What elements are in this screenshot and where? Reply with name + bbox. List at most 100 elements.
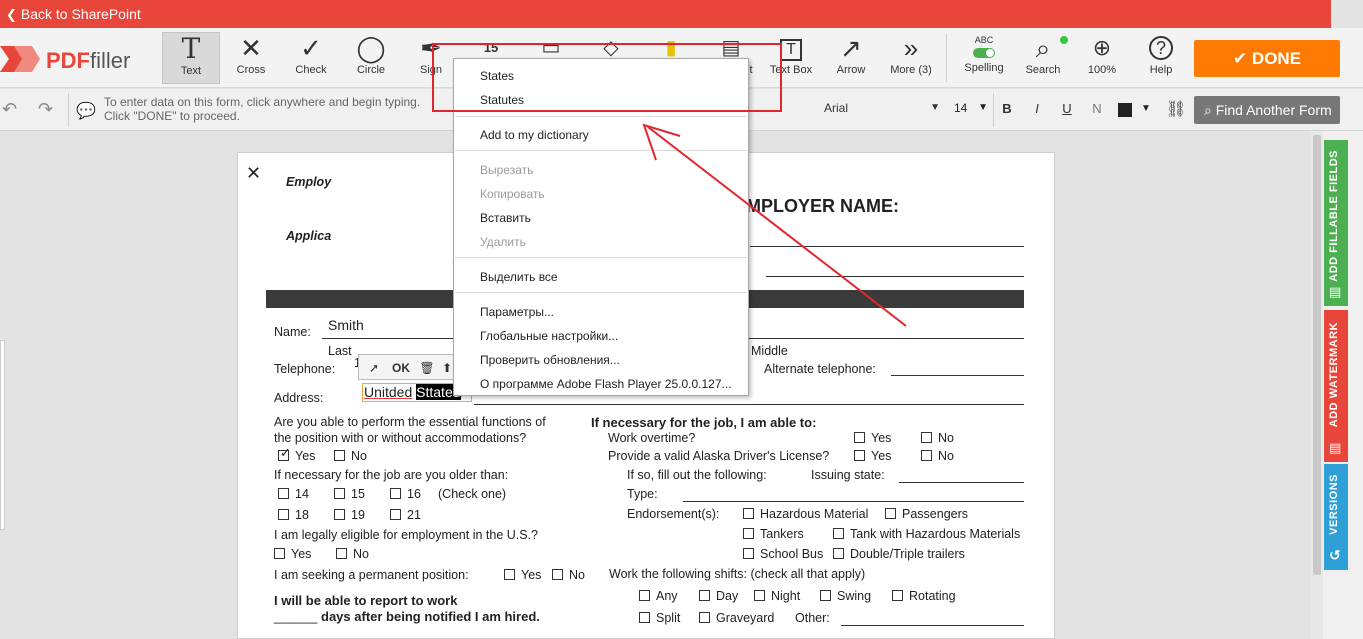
permanent-no[interactable]: No [552,568,585,582]
font-family-select[interactable]: Arial ▼ [818,97,946,121]
trash-icon[interactable]: 🗑 [417,358,437,378]
checkbox-checked[interactable]: ✓ [278,445,291,461]
license-no[interactable]: No [921,449,954,463]
annotation-highlight-box [432,43,782,112]
age-21[interactable]: 21 [390,508,421,522]
redo-icon[interactable]: ↷ [38,99,53,120]
search-status-dot [1060,36,1068,44]
checkbox[interactable] [334,450,345,461]
comment-icon: 💬 [76,103,96,120]
back-to-sharepoint-link[interactable]: ❮ Back to SharePoint [6,6,141,23]
overtime-label: Work overtime? [608,431,696,445]
zoom-icon: ⊕ [1092,35,1112,60]
name-value[interactable]: Smith [328,317,364,333]
more-tools-button[interactable]: » More (3) [882,32,940,84]
endorse-double-triple[interactable]: Double/Triple trailers [833,547,965,561]
menu-item-select-all[interactable]: Выделить все [480,270,558,284]
close-page-icon[interactable]: ✕ [246,163,261,184]
misspelled-word: Unitded [364,384,413,400]
doc-title-line2: Applica [286,229,332,243]
q-permanent: I am seeking a permanent position: [274,568,469,582]
endorse-hazardous[interactable]: Hazardous Material [743,507,868,521]
drivers-license-label: Provide a valid Alaska Driver's License? [608,449,830,463]
middle-label: Middle [751,344,788,358]
normal-button[interactable]: N [1086,97,1108,121]
employer-name-label: EMPLOYER NAME: [734,196,900,216]
shift-rotating[interactable]: Rotating [892,589,956,603]
undo-icon[interactable]: ↶ [2,99,17,120]
endorse-tank-hazardous[interactable]: Tank with Hazardous Materials [833,527,1020,541]
help-tool[interactable]: ? Help [1132,32,1190,84]
age-19[interactable]: 19 [334,508,365,522]
age-18[interactable]: 18 [278,508,309,522]
underline-button[interactable]: U [1056,97,1078,121]
cross-tool[interactable]: ✕ Cross [222,32,280,84]
cross-icon: ✕ [240,33,262,63]
endorse-tankers[interactable]: Tankers [743,527,804,541]
arrow-tool[interactable]: ↗ Arrow [822,32,880,84]
scrollbar-thumb[interactable] [1313,135,1321,575]
spelling-abc-icon: ABC [974,35,994,45]
menu-item-about-flash[interactable]: О программе Adobe Flash Player 25.0.0.12… [480,377,732,391]
overtime-no[interactable]: No [921,431,954,445]
find-another-form-button[interactable]: ⌕ Find Another Form [1194,96,1340,124]
endorse-school-bus[interactable]: School Bus [743,547,823,561]
menu-item-add-to-dictionary[interactable]: Add to my dictionary [480,128,589,142]
issuing-state-line [899,482,1024,483]
functions-no[interactable]: No [334,449,367,463]
shift-night[interactable]: Night [754,589,800,603]
age-14[interactable]: 14 [278,487,309,501]
functions-yes[interactable]: ✓ Yes [278,445,315,463]
shift-any[interactable]: Any [639,589,678,603]
left-thumbnail-strip [0,340,5,530]
type-label: Type: [627,487,658,501]
if-necessary-heading: If necessary for the job, I am able to: [591,415,817,430]
document-scrollbar[interactable] [1311,131,1323,639]
menu-item-check-updates[interactable]: Проверить обновления... [480,353,620,367]
alternate-telephone-label: Alternate telephone: [764,362,876,376]
italic-button[interactable]: I [1026,97,1048,121]
age-15[interactable]: 15 [334,487,365,501]
eligible-no[interactable]: No [336,547,369,561]
ok-button[interactable]: OK [389,358,413,378]
check-tool[interactable]: ✓ Check [282,32,340,84]
eligible-yes[interactable]: Yes [274,547,311,561]
back-label: Back to SharePoint [20,6,141,22]
permanent-yes[interactable]: Yes [504,568,541,582]
logo-text: PDFfiller [46,48,131,73]
menu-item-global-settings[interactable]: Глобальные настройки... [480,329,618,343]
caret-down-icon[interactable]: ▼ [1141,103,1151,114]
toolbar-divider [946,34,947,82]
overtime-yes[interactable]: Yes [854,431,891,445]
shift-split[interactable]: Split [639,611,680,625]
circle-tool[interactable]: ◯ Circle [342,32,400,84]
tab-add-watermark[interactable]: ADD WATERMARK ▤ [1324,310,1348,462]
double-chevron-icon: » [903,33,919,63]
tab-versions[interactable]: VERSIONS ↺ [1324,464,1348,570]
age-16[interactable]: 16 [390,487,421,501]
link-icon[interactable]: ⛓ [1166,99,1186,119]
spelling-toggle[interactable]: ABC Spelling [955,32,1013,84]
instruction-hint: To enter data on this form, click anywhe… [104,95,421,123]
shift-graveyard[interactable]: Graveyard [699,611,774,625]
tab-add-fillable-fields[interactable]: ADD FILLABLE FIELDS ▤ [1324,140,1348,306]
font-size-select[interactable]: 14 ▼ [950,97,990,121]
shift-swing[interactable]: Swing [820,589,871,603]
check-icon: ✔ [1232,49,1252,68]
done-button[interactable]: ✔ DONE [1194,40,1340,77]
last-label: Last [328,344,352,358]
endorse-passengers[interactable]: Passengers [885,507,968,521]
search-tool[interactable]: ⌕ Search [1014,32,1072,84]
watermark-icon: ▤ [1329,440,1342,455]
menu-item-paste[interactable]: Вставить [480,211,531,225]
shift-day[interactable]: Day [699,589,738,603]
move-cursor-icon[interactable]: ➚ [363,358,385,378]
caret-down-icon: ▼ [978,102,988,113]
license-yes[interactable]: Yes [854,449,891,463]
text-tool[interactable]: T Text [162,32,220,84]
zoom-tool[interactable]: ⊕ 100% [1073,32,1131,84]
bold-button[interactable]: B [996,97,1018,121]
color-swatch[interactable] [1118,103,1132,117]
menu-item-settings[interactable]: Параметры... [480,305,554,319]
check-one: (Check one) [438,487,507,501]
